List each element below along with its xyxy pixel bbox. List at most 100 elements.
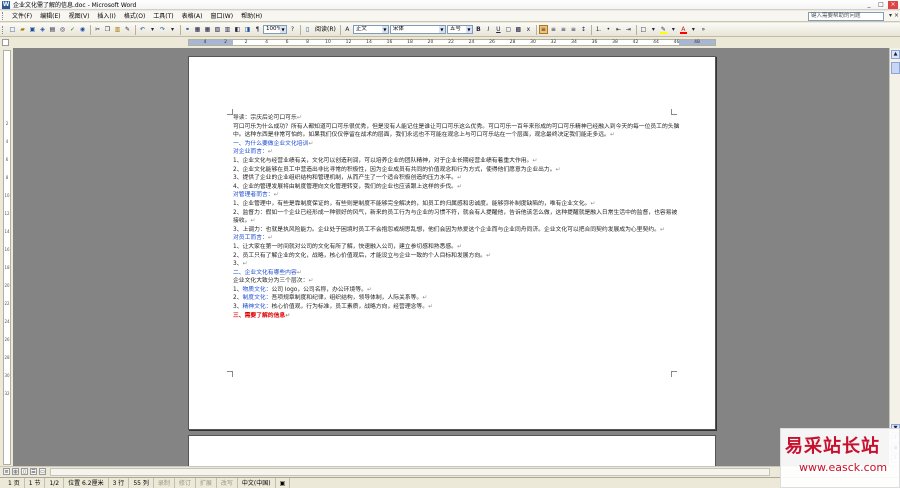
status-track-changes[interactable]: 修订 (175, 477, 196, 488)
document-paragraph[interactable]: 2、制度文化：吾项规章制度和纪律，组织结构，领导体制，人际关系等。↵ (233, 294, 681, 303)
web-view-icon[interactable]: ◍ (12, 468, 19, 475)
border-letter-icon[interactable]: ▢ (504, 25, 513, 34)
increase-indent-button[interactable]: ⇥ (624, 25, 633, 34)
toolbar-options-icon[interactable]: » (699, 25, 708, 34)
research-icon[interactable]: ◉ (78, 25, 87, 34)
document-paragraph[interactable]: 对员工而言：↵ (233, 234, 681, 243)
style-select[interactable]: 正文 ▼ (352, 25, 389, 34)
toolbar-grip[interactable] (2, 25, 5, 34)
drawing-icon[interactable]: ◧ (233, 25, 242, 34)
document-paragraph[interactable]: 3、提供了企业的企业组织结构和管理机制，从而产生了一个适合积极创造的压力水平。↵ (233, 174, 681, 183)
document-paragraph[interactable]: 一、为什么要做企业文化培训↵ (233, 140, 681, 149)
cut-icon[interactable]: ✂ (93, 25, 102, 34)
align-right-button[interactable]: ≡ (559, 25, 568, 34)
document-paragraph[interactable]: 导读：宗庆后论可口可乐↵ (233, 114, 681, 123)
new-document-icon[interactable]: □ (8, 25, 17, 34)
menu-grip[interactable] (2, 12, 5, 20)
document-paragraph[interactable]: 可口可乐为什么成功？所有人都知道可口可乐很优秀，但是没有人能记住是谁让可口可乐这… (233, 123, 681, 140)
document-paragraph[interactable]: 对管理者而言：↵ (233, 191, 681, 200)
print-layout-icon[interactable]: ▯ (21, 468, 28, 475)
italic-button[interactable]: I (484, 25, 493, 34)
menu-window[interactable]: 窗口(W) (206, 11, 237, 22)
redo-icon[interactable]: ↷ (158, 25, 167, 34)
document-paragraph[interactable]: 3、上调力：也就是执风险能力。企业处于困境时员工不会抱怨或胡思乱想，他们会因为热… (233, 226, 681, 235)
scroll-up-icon[interactable]: ▲ (891, 50, 900, 59)
document-paragraph[interactable]: 企业文化大致分为三个层次：↵ (233, 277, 681, 286)
normal-view-icon[interactable]: ≡ (3, 468, 10, 475)
status-record[interactable]: 录制 (154, 477, 175, 488)
document-paragraph[interactable]: 对企业而言：↵ (233, 148, 681, 157)
maximize-button[interactable]: □ (876, 1, 886, 9)
vertical-scrollbar[interactable]: ▲ ▼ ⇑ ● ⇓ (889, 48, 900, 466)
document-paragraph[interactable]: 2、企业文化能够在员工中营造出非比寻常的积极性，因为企业成员有共同的价值观念和行… (233, 166, 681, 175)
document-paragraph[interactable]: 1、企业管理中，有些是靠制度保证的，有些则是制度不能够完全解决的，如员工的归属感… (233, 200, 681, 209)
tab-selector[interactable] (2, 39, 9, 46)
minimize-button[interactable]: _ (864, 1, 874, 9)
menu-file[interactable]: 文件(F) (8, 11, 36, 22)
document-paragraph[interactable]: 2、员工只有了解企业的文化，战略，核心价值观后，才能设立与企业一致的个人目标和发… (233, 252, 681, 261)
document-map-icon[interactable]: ◨ (243, 25, 252, 34)
align-distributed-button[interactable]: ≡ (569, 25, 578, 34)
open-folder-icon[interactable]: ▰ (18, 25, 27, 34)
help-search-input[interactable]: 键入需要帮助的问题 (808, 12, 884, 21)
highlight-dropdown-icon[interactable]: ▾ (669, 25, 678, 34)
font-dropdown-icon[interactable]: ▼ (438, 26, 445, 33)
border-dropdown-icon[interactable]: ▾ (649, 25, 658, 34)
font-size-dropdown-icon[interactable]: ▼ (465, 26, 472, 33)
undo-icon[interactable]: ↶ (138, 25, 147, 34)
style-dropdown-icon[interactable]: ▼ (381, 26, 388, 33)
document-paragraph[interactable]: 1、让大家在第一时间就对公司的文化有所了解，快速融入公司，建立参切感和熟悉感。↵ (233, 243, 681, 252)
menu-format[interactable]: 格式(O) (120, 11, 149, 22)
tables-borders-icon[interactable]: ▦ (193, 25, 202, 34)
status-overtype[interactable]: 改写 (217, 477, 238, 488)
outside-border-button[interactable]: □ (639, 25, 648, 34)
menu-view[interactable]: 视图(V) (65, 11, 94, 22)
horizontal-ruler[interactable]: 4 2 2 4 6 8 10 12 14 16 18 20 22 24 26 28 30 32 34 36 38 42 44… (188, 39, 716, 46)
show-hide-icon[interactable]: ¶ (253, 25, 262, 34)
hyperlink-icon[interactable]: ⚭ (183, 25, 192, 34)
char-scale-icon[interactable]: x (524, 25, 533, 34)
print-preview-icon[interactable]: ◎ (58, 25, 67, 34)
document-paragraph[interactable]: 1、物质文化：公司 logo，公司名称，办公环境等。↵ (233, 286, 681, 295)
document-paragraph[interactable]: 3、精神文化：核心价值观，行为标准，员工素质，战略方向，经营理念等。↵ (233, 303, 681, 312)
menu-insert[interactable]: 插入(I) (93, 11, 119, 22)
vertical-ruler[interactable]: 2 4 6 8 10 12 14 16 18 20 22 24 26 28 30 32 (3, 50, 11, 465)
document-paragraph[interactable]: 1、企业文化与经营业绩有关，文化可以创造利润，可以培养企业的团队精神，对于企业长… (233, 157, 681, 166)
spelling-status-icon[interactable]: ▣ (276, 477, 291, 488)
reading-view-icon[interactable]: ▭ (39, 468, 46, 475)
copy-icon[interactable]: ❐ (103, 25, 112, 34)
document-paragraph[interactable]: 三、需要了解的信息↵ (233, 312, 681, 321)
styles-pane-icon[interactable]: A (343, 25, 352, 34)
font-select[interactable]: 宋体 ▼ (389, 25, 446, 34)
font-color-dropdown-icon[interactable]: ▾ (689, 25, 698, 34)
font-color-button[interactable]: A (679, 25, 688, 34)
align-center-button[interactable]: ≡ (549, 25, 558, 34)
read-mode-button[interactable]: 阅读(R) (313, 25, 338, 34)
document-paragraph[interactable]: 4、企业的管理发展将由制度管理向文化管理转变，我们的企业也应该跟上这样的步伐。↵ (233, 183, 681, 192)
line-spacing-button[interactable]: ↕ (579, 25, 588, 34)
status-extend[interactable]: 扩展 (196, 477, 217, 488)
zoom-dropdown-icon[interactable]: ▼ (280, 26, 286, 33)
outline-view-icon[interactable]: ☰ (30, 468, 37, 475)
permission-icon[interactable]: ◈ (38, 25, 47, 34)
next-page[interactable] (188, 435, 716, 466)
insert-table-icon[interactable]: ▦ (203, 25, 212, 34)
menu-table[interactable]: 表格(A) (178, 11, 207, 22)
align-justify-button[interactable]: ≡ (538, 25, 548, 34)
read-mode-icon[interactable]: ▯ (303, 25, 312, 34)
save-icon[interactable]: ▣ (28, 25, 37, 34)
menu-edit[interactable]: 编辑(E) (36, 11, 64, 22)
menu-tools[interactable]: 工具(T) (149, 11, 177, 22)
char-shading-icon[interactable]: ▩ (514, 25, 523, 34)
undo-dropdown-icon[interactable]: ▾ (148, 25, 157, 34)
document-close-icon[interactable]: × (894, 12, 899, 19)
document-paragraph[interactable]: 2、监督力：假如一个企业已经形成一种很好的风气，新来的员工行为与企业的习惯不符，… (233, 209, 681, 226)
print-icon[interactable]: ▤ (48, 25, 57, 34)
insert-excel-icon[interactable]: ▧ (213, 25, 222, 34)
scroll-thumb[interactable] (891, 62, 900, 74)
zoom-select[interactable]: 100% ▼ (263, 25, 287, 34)
columns-icon[interactable]: ▥ (223, 25, 232, 34)
highlight-button[interactable]: ✎ (659, 25, 668, 34)
bold-button[interactable]: B (474, 25, 483, 34)
document-page[interactable]: 导读：宗庆后论可口可乐↵ 可口可乐为什么成功？所有人都知道可口可乐很优秀，但是没有… (188, 56, 716, 430)
